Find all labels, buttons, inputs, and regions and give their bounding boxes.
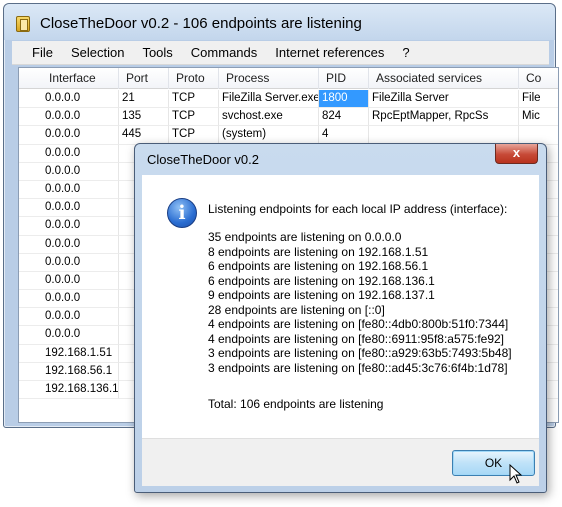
endpoint-summary-line: 8 endpoints are listening on 192.168.1.5… (208, 244, 429, 259)
dialog-footer: OK (142, 438, 539, 486)
table-cell: 0.0.0.0 (19, 326, 119, 345)
column-header-2[interactable]: Proto (169, 68, 219, 89)
table-row[interactable]: 0.0.0.0 21 TCP FileZilla Server.exe 1800 File… (19, 90, 558, 109)
menu-bar: File Selection Tools Commands Internet r… (12, 41, 549, 65)
table-cell: FileZilla Server (369, 90, 519, 109)
table-cell: (system) (219, 126, 319, 145)
dialog-body: i Listening endpoints for each local IP … (142, 175, 539, 438)
menu-selection[interactable]: Selection (62, 41, 133, 65)
information-icon: i (167, 198, 197, 228)
table-cell (519, 126, 558, 145)
table-cell: 0.0.0.0 (19, 90, 119, 109)
table-cell: 4 (319, 126, 369, 145)
table-cell (369, 126, 519, 145)
table-cell: 445 (119, 126, 169, 145)
endpoint-summary-line: 9 endpoints are listening on 192.168.137… (208, 288, 435, 302)
menu-commands[interactable]: Commands (182, 41, 266, 65)
table-cell: TCP (169, 126, 219, 145)
table-cell: 0.0.0.0 (19, 162, 119, 181)
list-header: Interface Port Proto Process PID Associated s… (19, 68, 558, 89)
dialog-title: CloseTheDoor v0.2 (147, 152, 259, 167)
table-cell: 0.0.0.0 (19, 271, 119, 291)
table-cell: 0.0.0.0 (19, 217, 119, 236)
table-cell: 0.0.0.0 (19, 253, 119, 272)
dialog-total: Total: 106 endpoints are listening (208, 397, 384, 411)
table-cell: File (519, 90, 558, 109)
menu-file[interactable]: File (12, 41, 62, 65)
column-header-3[interactable]: Process (219, 68, 319, 89)
column-header-5[interactable]: Associated services (369, 68, 519, 89)
table-cell: 0.0.0.0 (19, 126, 119, 145)
menu-internet-references[interactable]: Internet references (266, 41, 393, 65)
endpoint-summary-list: 35 endpoints are listening on 0.0.0.0 8 e… (208, 230, 512, 375)
table-cell: 192.168.56.1 (19, 362, 119, 381)
table-cell: TCP (169, 108, 219, 127)
table-cell: 0.0.0.0 (19, 144, 119, 163)
table-row[interactable]: 0.0.0.0 135 TCP svchost.exe 824 RpcEptMapper,… (19, 108, 558, 127)
main-title-bar[interactable]: CloseTheDoor v0.2 - 106 endpoints are li… (4, 4, 555, 40)
table-cell: svchost.exe (219, 108, 319, 127)
endpoint-summary-line: 4 endpoints are listening on [fe80::4db0… (208, 317, 509, 331)
table-cell: 824 (319, 108, 369, 127)
column-header-6[interactable]: Co (519, 68, 558, 89)
table-row[interactable]: 0.0.0.0 445 TCP (system) 4 (19, 126, 558, 145)
table-cell: 135 (119, 108, 169, 127)
dialog-heading: Listening endpoints for each local IP ad… (208, 202, 508, 216)
column-header-1[interactable]: Port (119, 68, 169, 89)
endpoint-summary-line: 3 endpoints are listening on [fe80::a929… (208, 346, 512, 360)
table-cell: TCP (169, 90, 219, 109)
table-cell: 0.0.0.0 (19, 290, 119, 309)
menu-help[interactable]: ? (393, 41, 418, 65)
table-cell: 21 (119, 90, 169, 109)
table-cell: 0.0.0.0 (19, 235, 119, 254)
endpoint-summary-line: 3 endpoints are listening on [fe80::ad45… (208, 360, 508, 375)
column-header-0[interactable]: Interface (19, 68, 119, 89)
table-cell: 192.168.136.1 (19, 381, 119, 400)
table-cell: RpcEptMapper, RpcSs (369, 108, 519, 127)
table-cell: FileZilla Server.exe (219, 90, 319, 109)
table-cell: 0.0.0.0 (19, 308, 119, 327)
table-cell: 0.0.0.0 (19, 199, 119, 218)
endpoint-summary-line: 28 endpoints are listening on [::0] (208, 302, 385, 317)
table-cell: 0.0.0.0 (19, 108, 119, 127)
column-header-4[interactable]: PID (319, 68, 369, 89)
table-cell: Mic (519, 108, 558, 127)
main-window-title: CloseTheDoor v0.2 - 106 endpoints are li… (40, 15, 362, 32)
menu-tools[interactable]: Tools (133, 41, 181, 65)
endpoint-summary-line: 6 endpoints are listening on 192.168.56.… (208, 259, 429, 273)
table-cell: 192.168.1.51 (19, 344, 119, 363)
mouse-cursor-icon (509, 464, 523, 484)
table-cell: 1800 (319, 90, 369, 109)
endpoint-summary-line: 4 endpoints are listening on [fe80::6911… (208, 331, 505, 346)
endpoint-summary-line: 6 endpoints are listening on 192.168.136… (208, 273, 435, 288)
door-app-icon (16, 16, 30, 32)
table-cell: 0.0.0.0 (19, 180, 119, 200)
summary-dialog: CloseTheDoor v0.2 x i Listening endpoint… (134, 143, 547, 493)
dialog-close-button[interactable]: x (495, 144, 538, 164)
endpoint-summary-line: 35 endpoints are listening on 0.0.0.0 (208, 230, 402, 244)
